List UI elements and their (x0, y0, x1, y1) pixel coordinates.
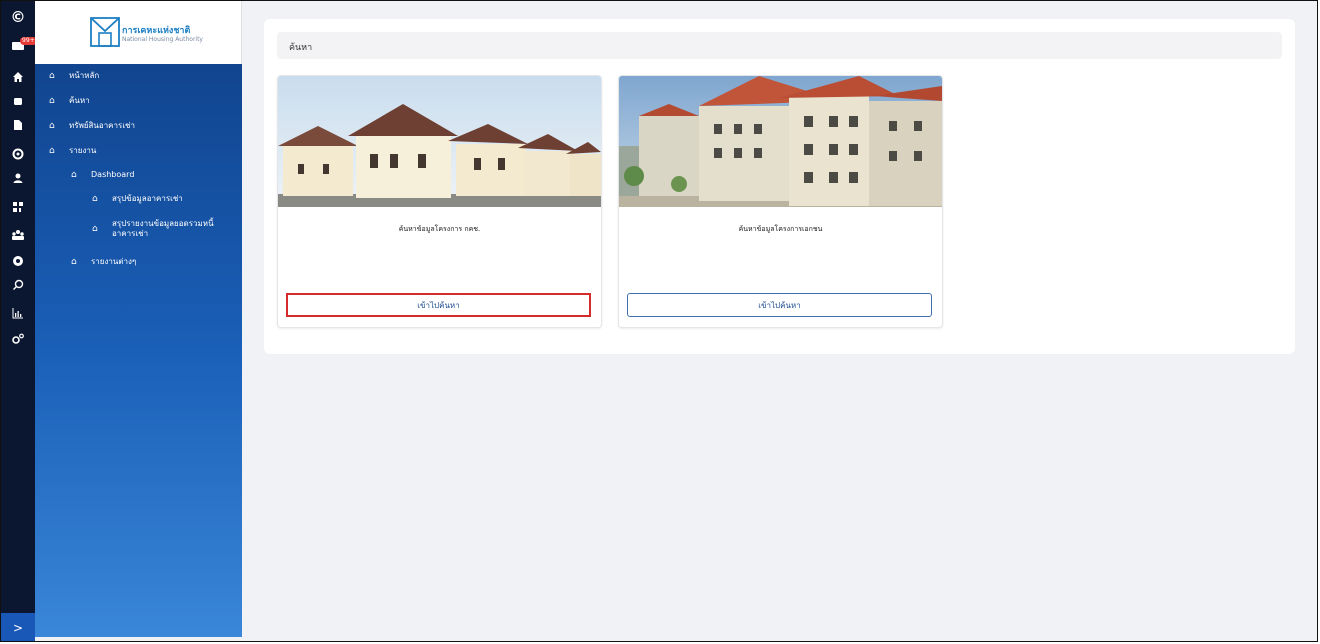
home-outline-icon: ⌂ (71, 257, 77, 267)
brand-title: การเคหะแห่งชาติ (122, 26, 191, 36)
sidebar: การเคหะแห่งชาติ National Housing Authori… (35, 1, 242, 637)
card-title: ค้นหาข้อมูลโครงการเอกชน (738, 225, 823, 233)
sidebar-item-reports[interactable]: ⌂ รายงาน (49, 146, 96, 156)
home-outline-icon: ⌂ (49, 96, 55, 106)
app-logo-icon[interactable]: © (1, 7, 35, 27)
home-outline-icon: ⌂ (49, 71, 55, 81)
home-outline-icon: ⌂ (92, 224, 98, 234)
sidebar-item-dashboard[interactable]: ⌂ Dashboard (71, 170, 134, 180)
card-icon[interactable] (1, 91, 35, 111)
sidebar-item-label: รายงาน (69, 146, 97, 155)
home-outline-icon: ⌂ (92, 194, 98, 204)
dashboard-icon[interactable] (1, 197, 35, 217)
sidebar-item-search[interactable]: ⌂ ค้นหา (49, 96, 90, 106)
sidebar-item-home[interactable]: ⌂ หน้าหลัก (49, 71, 99, 81)
brand-header: การเคหะแห่งชาติ National Housing Authori… (35, 1, 242, 64)
page-title: ค้นหา (289, 43, 313, 53)
home-icon[interactable] (1, 67, 35, 87)
breadcrumb: ค้นหา (277, 32, 1282, 59)
document-icon[interactable] (1, 115, 35, 135)
sidebar-item-label: รายงานต่างๆ (91, 257, 137, 266)
enter-search-private-button[interactable]: เข้าไปค้นหา (627, 293, 932, 317)
search-icon[interactable] (1, 275, 35, 295)
icon-rail: © 99+ > (1, 1, 37, 641)
home-outline-icon: ⌂ (71, 170, 77, 180)
group-icon[interactable] (1, 225, 35, 245)
project-card-private: ค้นหาข้อมูลโครงการเอกชน เข้าไปค้นหา (618, 75, 943, 328)
settings-icon[interactable] (1, 144, 35, 164)
sidebar-item-label: ทรัพย์สินอาคารเช่า (69, 121, 135, 130)
sidebar-item-misc-reports[interactable]: ⌂ รายงานต่างๆ (71, 257, 136, 267)
shield-icon[interactable] (1, 251, 35, 271)
nha-logo-icon (90, 17, 120, 47)
sidebar-item-rental-assets[interactable]: ⌂ ทรัพย์สินอาคารเช่า (49, 121, 135, 131)
project-card-nha: ค้นหาข้อมูลโครงการ กคช. เข้าไปค้นหา (277, 75, 602, 328)
apartment-building-photo (619, 76, 942, 207)
sidebar-item-rental-summary[interactable]: ⌂ สรุปข้อมูลอาคารเช่า (92, 194, 183, 204)
card-title: ค้นหาข้อมูลโครงการ กคช. (398, 225, 481, 233)
sidebar-item-label: หน้าหลัก (69, 71, 100, 80)
sidebar-item-label: สรุปข้อมูลอาคารเช่า (112, 194, 183, 203)
user-icon[interactable] (1, 168, 35, 188)
sidebar-item-debt-summary[interactable]: ⌂ สรุปรายงานข้อมูลยอดรวมหนี้ อาคารเช่า (92, 219, 232, 239)
sidebar-item-label: ค้นหา (69, 96, 90, 105)
gears-icon[interactable] (1, 329, 35, 349)
app-window: © 99+ > การเคหะแห่งชาติ National Housing… (0, 0, 1318, 642)
bar-chart-icon[interactable] (1, 303, 35, 323)
home-outline-icon: ⌂ (49, 121, 55, 131)
home-outline-icon: ⌂ (49, 146, 55, 156)
expand-sidebar-button[interactable]: > (1, 613, 35, 641)
enter-search-nha-button[interactable]: เข้าไปค้นหา (286, 293, 591, 317)
sidebar-item-label: Dashboard (91, 170, 135, 179)
sidebar-item-label: สรุปรายงานข้อมูลยอดรวมหนี้ อาคารเช่า (112, 219, 214, 238)
townhouse-photo (278, 76, 601, 207)
brand-subtitle: National Housing Authority (122, 36, 203, 43)
